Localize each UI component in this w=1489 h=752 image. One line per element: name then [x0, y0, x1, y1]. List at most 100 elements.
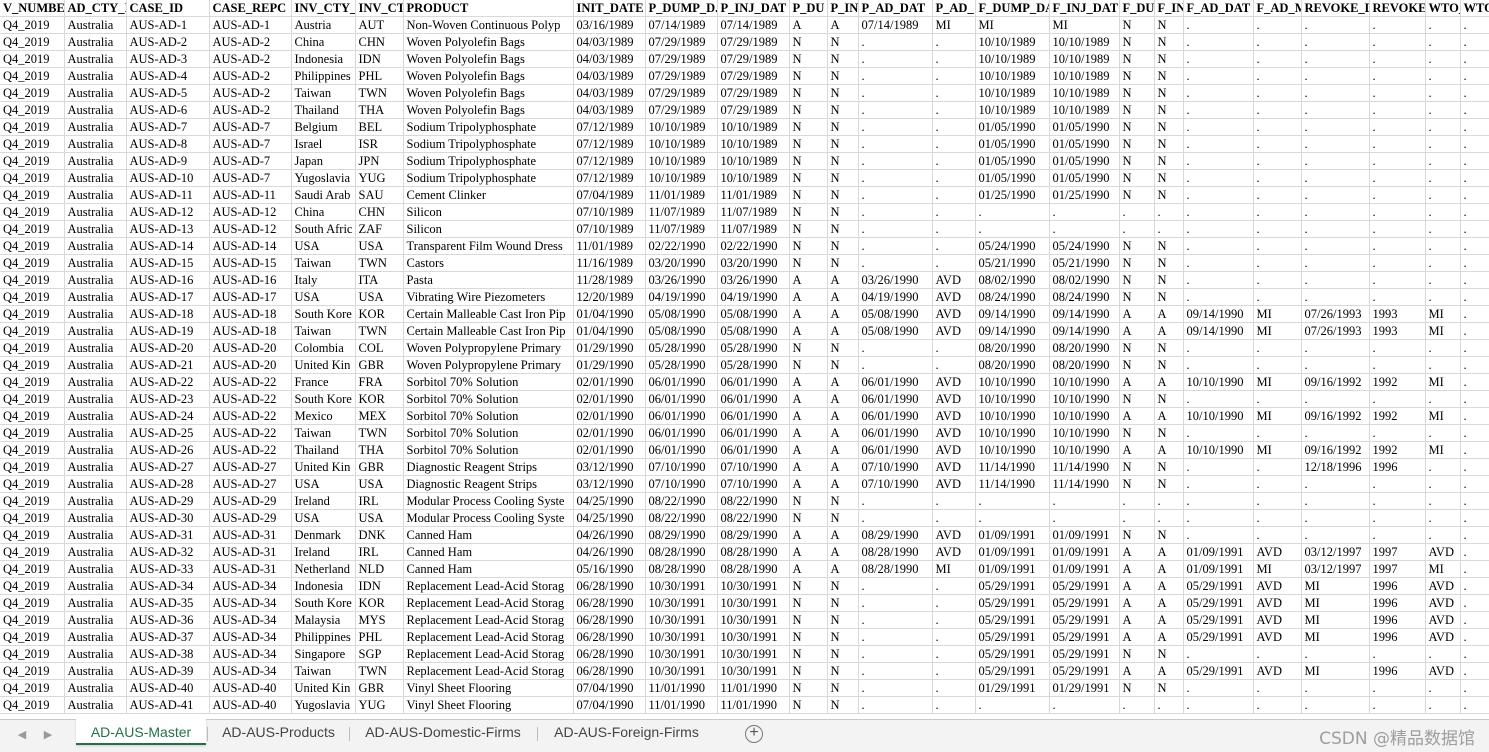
table-cell[interactable]: . — [1301, 679, 1370, 697]
table-cell[interactable]: Taiwan — [291, 254, 356, 272]
table-cell[interactable]: 10/10/1989 — [975, 84, 1050, 102]
table-cell[interactable]: Q4_2019 — [0, 203, 65, 221]
table-cell[interactable]: . — [1301, 186, 1370, 204]
table-cell[interactable]: . — [858, 628, 933, 646]
table-cell[interactable]: Yugoslavia — [291, 696, 356, 714]
table-cell[interactable]: . — [858, 696, 933, 714]
table-cell[interactable]: N — [1154, 679, 1184, 697]
table-cell[interactable]: AUS-AD-11 — [209, 186, 292, 204]
table-cell[interactable]: 06/01/1990 — [717, 407, 790, 425]
table-cell[interactable]: . — [1460, 577, 1489, 595]
table-cell[interactable]: . — [1183, 254, 1254, 272]
table-cell[interactable]: A — [1119, 441, 1155, 459]
table-cell[interactable]: MI — [975, 16, 1050, 34]
table-cell[interactable]: . — [858, 492, 933, 510]
table-cell[interactable]: 07/29/1989 — [717, 101, 790, 119]
table-cell[interactable]: . — [932, 611, 976, 629]
table-cell[interactable]: N — [789, 356, 828, 374]
table-cell[interactable]: Q4_2019 — [0, 424, 65, 442]
table-cell[interactable]: AUS-AD-12 — [209, 203, 292, 221]
table-cell[interactable]: MI — [1253, 373, 1302, 391]
table-cell[interactable]: 04/03/1989 — [573, 50, 646, 68]
table-cell[interactable]: 01/29/1990 — [573, 356, 646, 374]
table-cell[interactable]: MI — [1301, 628, 1370, 646]
table-cell[interactable]: . — [1301, 67, 1370, 85]
table-cell[interactable]: 09/14/1990 — [1183, 322, 1254, 340]
table-cell[interactable]: Australia — [64, 611, 127, 629]
table-cell[interactable]: Taiwan — [291, 424, 356, 442]
table-cell[interactable]: . — [1183, 458, 1254, 476]
table-cell[interactable]: 06/28/1990 — [573, 628, 646, 646]
table-cell[interactable]: Q4_2019 — [0, 254, 65, 272]
table-cell[interactable]: Woven Polyolefin Bags — [403, 67, 574, 85]
table-cell[interactable]: 05/21/1990 — [975, 254, 1050, 272]
table-cell[interactable]: 05/08/1990 — [717, 322, 790, 340]
table-cell[interactable]: Q4_2019 — [0, 305, 65, 323]
table-cell[interactable]: . — [1253, 458, 1302, 476]
table-cell[interactable]: . — [1301, 50, 1370, 68]
table-cell[interactable]: . — [975, 203, 1050, 221]
table-cell[interactable]: N — [1154, 33, 1184, 51]
table-cell[interactable]: . — [1460, 271, 1489, 289]
table-cell[interactable]: MI — [1425, 322, 1461, 340]
table-cell[interactable]: . — [1119, 509, 1155, 527]
table-cell[interactable]: 10/10/1990 — [1049, 407, 1120, 425]
table-cell[interactable]: AUS-AD-2 — [126, 33, 210, 51]
table-cell[interactable]: Q4_2019 — [0, 16, 65, 34]
column-header[interactable]: F_INJ_DAT — [1049, 0, 1120, 17]
table-cell[interactable]: Thailand — [291, 441, 356, 459]
table-cell[interactable]: . — [1369, 237, 1426, 255]
table-cell[interactable]: N — [789, 696, 828, 714]
table-cell[interactable]: AUS-AD-23 — [126, 390, 210, 408]
table-cell[interactable]: . — [1425, 16, 1461, 34]
table-cell[interactable]: N — [1119, 458, 1155, 476]
table-cell[interactable]: . — [1425, 237, 1461, 255]
table-cell[interactable]: . — [1460, 628, 1489, 646]
table-cell[interactable]: . — [1369, 50, 1426, 68]
table-cell[interactable]: Belgium — [291, 118, 356, 136]
table-cell[interactable]: 1997 — [1369, 560, 1426, 578]
table-cell[interactable]: . — [1183, 220, 1254, 238]
table-cell[interactable]: . — [1460, 339, 1489, 357]
table-cell[interactable]: N — [1154, 526, 1184, 544]
table-cell[interactable]: . — [1460, 118, 1489, 136]
table-cell[interactable]: 01/05/1990 — [1049, 169, 1120, 187]
table-cell[interactable]: 05/16/1990 — [573, 560, 646, 578]
table-cell[interactable]: Colombia — [291, 339, 356, 357]
table-cell[interactable]: 07/10/1990 — [858, 475, 933, 493]
table-cell[interactable]: . — [858, 679, 933, 697]
table-cell[interactable]: South Afric — [291, 220, 356, 238]
table-cell[interactable]: A — [1154, 594, 1184, 612]
table-cell[interactable]: AUS-AD-40 — [209, 679, 292, 697]
table-cell[interactable]: . — [1369, 254, 1426, 272]
table-cell[interactable]: 11/28/1989 — [573, 271, 646, 289]
table-cell[interactable]: A — [789, 526, 828, 544]
table-cell[interactable]: 03/26/1990 — [717, 271, 790, 289]
table-cell[interactable]: . — [1154, 203, 1184, 221]
table-cell[interactable]: 12/20/1989 — [573, 288, 646, 306]
table-cell[interactable]: 03/26/1990 — [858, 271, 933, 289]
table-cell[interactable]: 05/29/1991 — [1183, 611, 1254, 629]
table-cell[interactable]: 04/25/1990 — [573, 492, 646, 510]
table-cell[interactable]: . — [1460, 407, 1489, 425]
table-cell[interactable]: AUS-AD-4 — [126, 67, 210, 85]
table-cell[interactable]: 04/03/1989 — [573, 67, 646, 85]
table-cell[interactable]: A — [1154, 441, 1184, 459]
table-cell[interactable]: . — [1460, 101, 1489, 119]
table-cell[interactable]: . — [1049, 203, 1120, 221]
table-cell[interactable]: 10/30/1991 — [717, 577, 790, 595]
table-cell[interactable]: YUG — [355, 169, 404, 187]
table-cell[interactable]: N — [789, 628, 828, 646]
table-cell[interactable]: AUS-AD-18 — [209, 305, 292, 323]
table-cell[interactable]: AVD — [932, 475, 976, 493]
table-cell[interactable]: 1996 — [1369, 628, 1426, 646]
table-cell[interactable]: AUS-AD-39 — [126, 662, 210, 680]
table-cell[interactable]: N — [1119, 118, 1155, 136]
table-cell[interactable]: Canned Ham — [403, 560, 574, 578]
table-cell[interactable]: Australia — [64, 594, 127, 612]
table-cell[interactable]: Australia — [64, 135, 127, 153]
table-cell[interactable]: N — [789, 662, 828, 680]
table-cell[interactable]: . — [1460, 33, 1489, 51]
table-cell[interactable]: Q4_2019 — [0, 543, 65, 561]
table-cell[interactable]: Australia — [64, 696, 127, 714]
